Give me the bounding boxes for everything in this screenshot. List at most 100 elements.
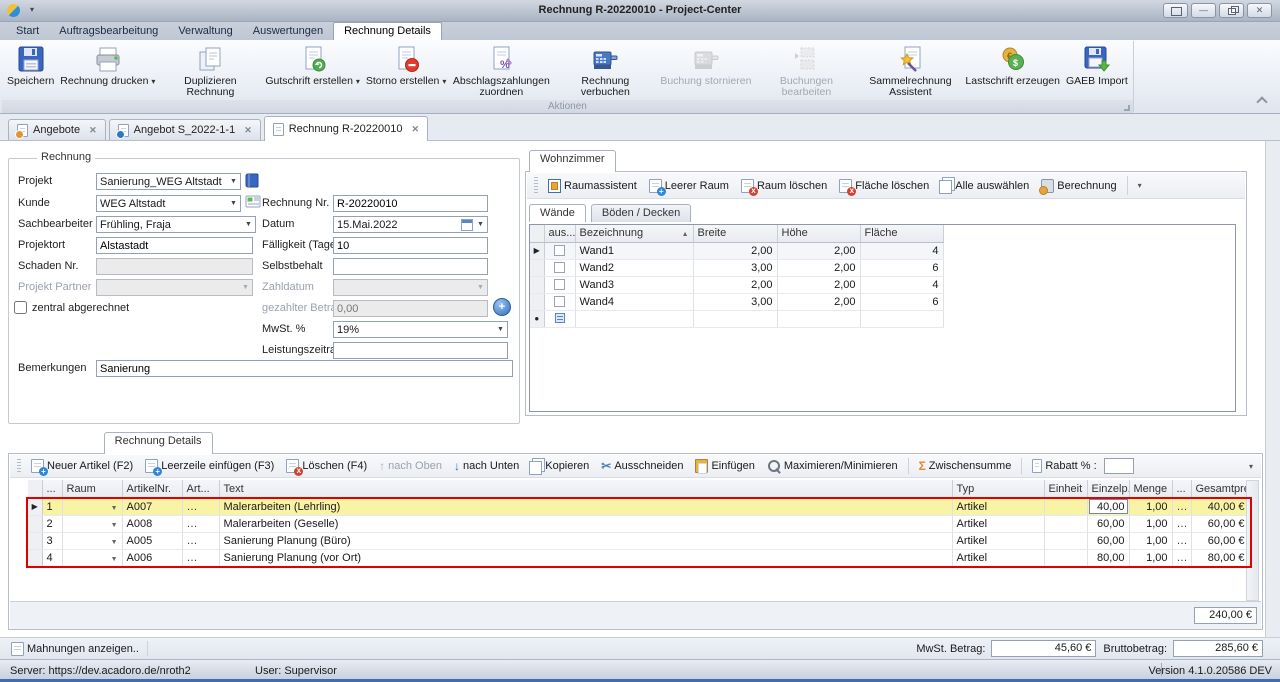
sammelrechnung-assistent-button[interactable]: Sammelrechnung Assistent: [858, 42, 962, 99]
col-gesamtpreis[interactable]: Gesamtpreis: [1191, 480, 1249, 498]
restore-button[interactable]: [1219, 3, 1244, 18]
col-bezeichnung[interactable]: Bezeichnung▲: [575, 225, 693, 242]
customer-card-icon[interactable]: [245, 194, 261, 212]
col-artikelnr[interactable]: ArtikelNr.: [122, 480, 182, 498]
col-hoehe[interactable]: Höhe: [777, 225, 860, 242]
row-checkbox[interactable]: [554, 279, 565, 290]
alle-auswaehlen-button[interactable]: Alle auswählen: [936, 175, 1034, 196]
col-dots2[interactable]: ...: [1172, 480, 1191, 498]
close-tab-icon[interactable]: ✕: [412, 124, 420, 135]
article-row[interactable]: 4 ▼ A006 … Sanierung Planung (vor Ort) A…: [28, 549, 1249, 566]
doc-tab-rechnung-r-20220010[interactable]: Rechnung R-20220010 ✕: [264, 116, 428, 141]
col-typ[interactable]: Typ: [952, 480, 1044, 498]
ellipsis-button[interactable]: …: [1172, 515, 1191, 532]
col-flaeche[interactable]: Fläche: [860, 225, 943, 242]
leerzeile-einfuegen-button[interactable]: Leerzeile einfügen (F3): [140, 457, 279, 475]
gutschrift-erstellen-button[interactable]: Gutschrift erstellen ▾: [262, 42, 362, 99]
wall-row[interactable]: Wand4 3,00 2,00 6: [530, 293, 943, 310]
leerer-raum-button[interactable]: Leerer Raum: [644, 177, 734, 195]
toolbar-overflow-icon[interactable]: ▾: [1249, 462, 1257, 471]
fit-window-button[interactable]: [1163, 3, 1188, 18]
rechnung-verbuchen-button[interactable]: Rechnung verbuchen: [553, 42, 657, 99]
ellipsis-button[interactable]: …: [1172, 549, 1191, 566]
berechnung-button[interactable]: Berechnung: [1036, 177, 1121, 195]
ellipsis-button[interactable]: …: [182, 549, 219, 566]
ausschneiden-button[interactable]: ✂Ausschneiden: [596, 457, 688, 475]
ellipsis-button[interactable]: …: [1172, 532, 1191, 549]
leistungszeitraum-field[interactable]: [333, 342, 508, 359]
ribbon-tab-start[interactable]: Start: [6, 23, 49, 40]
col-text[interactable]: Text: [219, 480, 952, 498]
dialog-launcher-icon[interactable]: [1124, 105, 1130, 111]
ribbon-tab-rechnung-details[interactable]: Rechnung Details: [333, 22, 442, 40]
raum-loeschen-button[interactable]: Raum löschen: [736, 177, 832, 195]
ellipsis-button[interactable]: …: [182, 515, 219, 532]
close-tab-icon[interactable]: ✕: [244, 125, 252, 136]
project-book-icon[interactable]: [245, 172, 260, 192]
doc-tab-angebote[interactable]: Angebote ✕: [8, 119, 106, 140]
details-tab[interactable]: Rechnung Details: [104, 432, 213, 454]
ellipsis-button[interactable]: …: [1172, 498, 1191, 515]
price-editor-cell[interactable]: 40,00: [1089, 499, 1128, 514]
bemerkungen-field[interactable]: [96, 360, 513, 377]
flaeche-loeschen-button[interactable]: Fläche löschen: [834, 177, 934, 195]
vertical-scrollbar[interactable]: [1246, 480, 1259, 601]
room-tab-wohnzimmer[interactable]: Wohnzimmer: [529, 150, 616, 172]
close-tab-icon[interactable]: ✕: [89, 125, 97, 136]
subtab-boeden-decken[interactable]: Böden / Decken: [591, 204, 691, 222]
col-raum[interactable]: Raum: [62, 480, 122, 498]
article-row[interactable]: 2 ▼ A008 … Malerarbeiten (Geselle) Artik…: [28, 515, 1249, 532]
add-payment-button[interactable]: +: [493, 298, 511, 316]
lastschrift-erzeugen-button[interactable]: €$ Lastschrift erzeugen: [962, 42, 1063, 99]
collapse-ribbon-icon[interactable]: [1256, 96, 1267, 107]
duplizieren-rechnung-button[interactable]: Duplizieren Rechnung: [158, 42, 262, 99]
toolbar-grip[interactable]: [534, 177, 538, 194]
rechnung-drucken-button[interactable]: Rechnung drucken ▾: [57, 42, 158, 99]
col-aus[interactable]: aus...: [544, 225, 575, 242]
maximieren-minimieren-button[interactable]: Maximieren/Minimieren: [762, 457, 903, 475]
row-checkbox[interactable]: [554, 262, 565, 273]
article-row[interactable]: 3 ▼ A005 … Sanierung Planung (Büro) Arti…: [28, 532, 1249, 549]
mwst-combo[interactable]: 19%▼: [333, 321, 508, 338]
col-einzelpreis[interactable]: Einzelp...: [1087, 480, 1129, 498]
article-row[interactable]: ▶ 1 ▼ A007 … Malerarbeiten (Lehrling) Ar…: [28, 498, 1249, 515]
datum-field[interactable]: 15.Mai.2022▼: [333, 216, 488, 233]
kopieren-button[interactable]: Kopieren: [526, 456, 594, 477]
faelligkeit-field[interactable]: [333, 237, 488, 254]
ellipsis-button[interactable]: …: [182, 532, 219, 549]
col-art[interactable]: Art...: [182, 480, 219, 498]
wall-row[interactable]: ▶ Wand1 2,00 2,00 4: [530, 242, 943, 259]
abschlagszahlungen-zuordnen-button[interactable]: % Abschlagszahlungen zuordnen: [449, 42, 553, 99]
ellipsis-button[interactable]: …: [182, 498, 219, 515]
gaeb-import-button[interactable]: GAEB Import: [1063, 42, 1131, 99]
minimize-button[interactable]: —: [1191, 3, 1216, 18]
zentral-abgerechnet-checkbox[interactable]: [14, 301, 27, 314]
einfuegen-button[interactable]: Einfügen: [690, 457, 759, 475]
col-breite[interactable]: Breite: [693, 225, 777, 242]
mahnungen-anzeigen-button[interactable]: Mahnungen anzeigen..: [6, 640, 144, 658]
projekt-combo[interactable]: Sanierung_WEG Altstadt▼: [96, 173, 241, 190]
new-row[interactable]: ●: [530, 310, 943, 327]
subtab-waende[interactable]: Wände: [529, 204, 586, 222]
projektort-field[interactable]: [96, 237, 253, 254]
storno-erstellen-button[interactable]: Storno erstellen ▾: [363, 42, 449, 99]
wall-row[interactable]: Wand2 3,00 2,00 6: [530, 259, 943, 276]
ribbon-tab-auftragsbearbeitung[interactable]: Auftragsbearbeitung: [49, 23, 168, 40]
nach-unten-button[interactable]: ↓nach Unten: [449, 457, 524, 475]
zwischensumme-button[interactable]: ΣZwischensumme: [914, 457, 1017, 475]
sachbearbeiter-combo[interactable]: Frühling, Fraja▼: [96, 216, 256, 233]
selbstbehalt-field[interactable]: [333, 258, 488, 275]
raumassistent-button[interactable]: Raumassistent: [543, 177, 642, 195]
speichern-button[interactable]: Speichern: [4, 42, 57, 99]
col-einheit[interactable]: Einheit: [1044, 480, 1087, 498]
rechnung-nr-field[interactable]: [333, 195, 488, 212]
toolbar-grip[interactable]: [17, 459, 21, 473]
row-checkbox[interactable]: [554, 296, 565, 307]
doc-tab-angebot-s-2022-1-1[interactable]: Angebot S_2022-1-1 ✕: [109, 119, 261, 140]
col-dots[interactable]: ...: [42, 480, 62, 498]
ribbon-tab-verwaltung[interactable]: Verwaltung: [168, 23, 242, 40]
row-checkbox[interactable]: [554, 245, 565, 256]
wall-row[interactable]: Wand3 2,00 2,00 4: [530, 276, 943, 293]
kunde-combo[interactable]: WEG Altstadt▼: [96, 195, 241, 212]
rabatt-input[interactable]: [1104, 458, 1134, 474]
